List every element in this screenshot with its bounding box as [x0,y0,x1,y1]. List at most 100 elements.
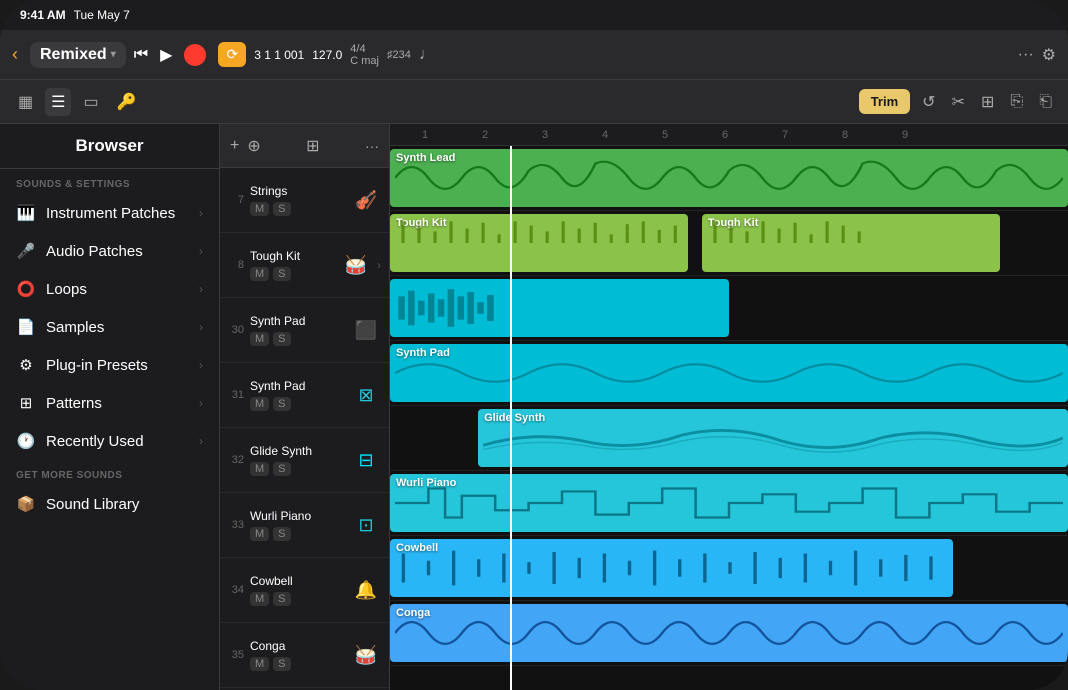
clip-wurli-piano[interactable]: Wurli Piano [390,474,1068,532]
metronome-icon[interactable]: ♩ [419,46,435,64]
track-num-strings: 7 [228,194,244,206]
cut-icon[interactable]: ✂ [948,88,969,116]
sidebar-item-instrument-patches[interactable]: 🎹 Instrument Patches › [0,194,219,232]
clip-conga[interactable]: Conga [390,604,1068,662]
solo-button-synth-pad-31[interactable]: S [273,397,290,411]
edit-tools: Trim ↺ ✂ ⊞ ⎘ ⎗ [859,88,1056,116]
track-icon-conga: 🥁 [351,645,381,666]
loop-button[interactable]: ⟳ [218,42,246,67]
track-row-cowbell: 34 Cowbell M S 🔔 [220,558,389,623]
plugin-presets-label: Plug-in Presets [46,357,189,374]
sidebar-item-recently-used[interactable]: 🕐 Recently Used › [0,422,219,460]
clip-synth-pad-30[interactable] [390,279,729,337]
track-name-tough-kit: Tough Kit [250,249,335,263]
mute-button-synth-pad-31[interactable]: M [250,397,269,411]
mute-button-strings[interactable]: M [250,202,269,216]
samples-label: Samples [46,319,189,336]
add-track-icon[interactable]: + [230,137,239,155]
loops-chevron-icon: › [199,282,203,296]
track-num-wurli-piano: 33 [228,519,244,531]
copy-icon[interactable]: ⎘ [1006,89,1027,115]
ruler-mark-9: 9 [875,129,935,141]
track-info-strings: Strings M S [250,184,345,216]
clip-cowbell[interactable]: Cowbell [390,539,953,597]
patterns-label: Patterns [46,395,189,412]
add-track-region-icon[interactable]: ⊞ [306,136,319,156]
list-view-button[interactable]: ☰ [45,88,71,116]
mute-button-cowbell[interactable]: M [250,592,269,606]
browser-header: Browser [0,124,219,169]
mute-button-glide-synth[interactable]: M [250,462,269,476]
plugin-presets-icon: ⚙ [16,356,36,374]
position-display: 3 1 1 001 [254,48,304,62]
clip-tough-kit-2[interactable]: Tough Kit [702,214,1000,272]
timeline-row-strings: Synth Lead [390,146,1068,211]
paste-icon[interactable]: ⎗ [1035,89,1056,115]
grid-view-button[interactable]: ▦ [12,88,39,116]
solo-button-cowbell[interactable]: S [273,592,290,606]
view-buttons: ▦ ☰ ▭ 🔑 [12,88,143,116]
track-name-wurli-piano: Wurli Piano [250,509,345,523]
track-info-tough-kit: Tough Kit M S [250,249,335,281]
clip-synth-lead[interactable]: Synth Lead [390,149,1068,207]
track-ms-tough-kit: M S [250,267,335,281]
sidebar-item-audio-patches[interactable]: 🎤 Audio Patches › [0,232,219,270]
record-button[interactable] [184,44,206,66]
add-track-loop-icon[interactable]: ⊕ [247,136,260,156]
strings-instrument-icon: 🎻 [355,190,377,211]
track-ms-synth-pad-31: M S [250,397,345,411]
rewind-button[interactable]: ⏮ [134,46,148,64]
back-button[interactable]: ‹ [12,44,18,65]
mute-button-wurli-piano[interactable]: M [250,527,269,541]
sidebar-item-sound-library[interactable]: 📦 Sound Library [0,485,219,523]
clip-synth-pad-31[interactable]: Synth Pad [390,344,1068,402]
undo-icon[interactable]: ↺ [918,88,939,116]
main-content: Browser SOUNDS & SETTINGS 🎹 Instrument P… [0,124,1068,690]
track-row-strings: 7 Strings M S 🎻 [220,168,389,233]
play-button[interactable]: ▶ [160,45,172,65]
solo-button-tough-kit[interactable]: S [273,267,290,281]
track-ms-conga: M S [250,657,345,671]
clip-tough-kit-1[interactable]: Tough Kit [390,214,688,272]
ruler-mark-2: 2 [455,129,515,141]
key-view-button[interactable]: 🔑 [111,88,143,116]
sidebar-item-loops[interactable]: ⭕ Loops › [0,270,219,308]
clip-glide-synth[interactable]: Glide Synth [478,409,1068,467]
patterns-icon: ⊞ [16,394,36,412]
tracks-more-icon[interactable]: ··· [365,138,379,154]
track-num-conga: 35 [228,649,244,661]
tracks-panel: + ⊕ ⊞ ··· 7 Strings M S [220,124,390,690]
status-bar: 9:41 AM Tue May 7 [0,0,1068,30]
loops-icon: ⭕ [16,280,36,298]
track-expand-tough-kit[interactable]: › [377,258,381,272]
solo-button-glide-synth[interactable]: S [273,462,290,476]
status-time: 9:41 AM [20,8,66,22]
instrument-patches-label: Instrument Patches [46,205,189,222]
ruler-mark-6: 6 [695,129,755,141]
more-menu-button[interactable]: ··· [1018,46,1034,64]
region-view-button[interactable]: ▭ [77,88,104,116]
status-date: Tue May 7 [74,8,130,22]
project-name-button[interactable]: Remixed ▾ [30,42,126,68]
trim-button[interactable]: Trim [859,89,910,114]
solo-button-strings[interactable]: S [273,202,290,216]
ruler-mark-4: 4 [575,129,635,141]
audio-patches-icon: 🎤 [16,242,36,260]
split-icon[interactable]: ⊞ [977,88,998,116]
track-row-conga: 35 Conga M S 🥁 [220,623,389,688]
sidebar-item-patterns[interactable]: ⊞ Patterns › [0,384,219,422]
solo-button-synth-pad-30[interactable]: S [273,332,290,346]
solo-button-conga[interactable]: S [273,657,290,671]
timeline-ruler: 1 2 3 4 5 6 7 8 9 [390,124,1068,146]
timeline-row-synth-pad-31: Synth Pad [390,341,1068,406]
mute-button-tough-kit[interactable]: M [250,267,269,281]
mute-button-synth-pad-30[interactable]: M [250,332,269,346]
solo-button-wurli-piano[interactable]: S [273,527,290,541]
patterns-chevron-icon: › [199,396,203,410]
sidebar-item-samples[interactable]: 📄 Samples › [0,308,219,346]
mute-button-conga[interactable]: M [250,657,269,671]
transport-controls: ⏮ ▶ ⟳ [134,42,246,67]
track-icon-strings: 🎻 [351,190,381,211]
settings-icon[interactable]: ⚙ [1042,45,1056,65]
sidebar-item-plugin-presets[interactable]: ⚙ Plug-in Presets › [0,346,219,384]
